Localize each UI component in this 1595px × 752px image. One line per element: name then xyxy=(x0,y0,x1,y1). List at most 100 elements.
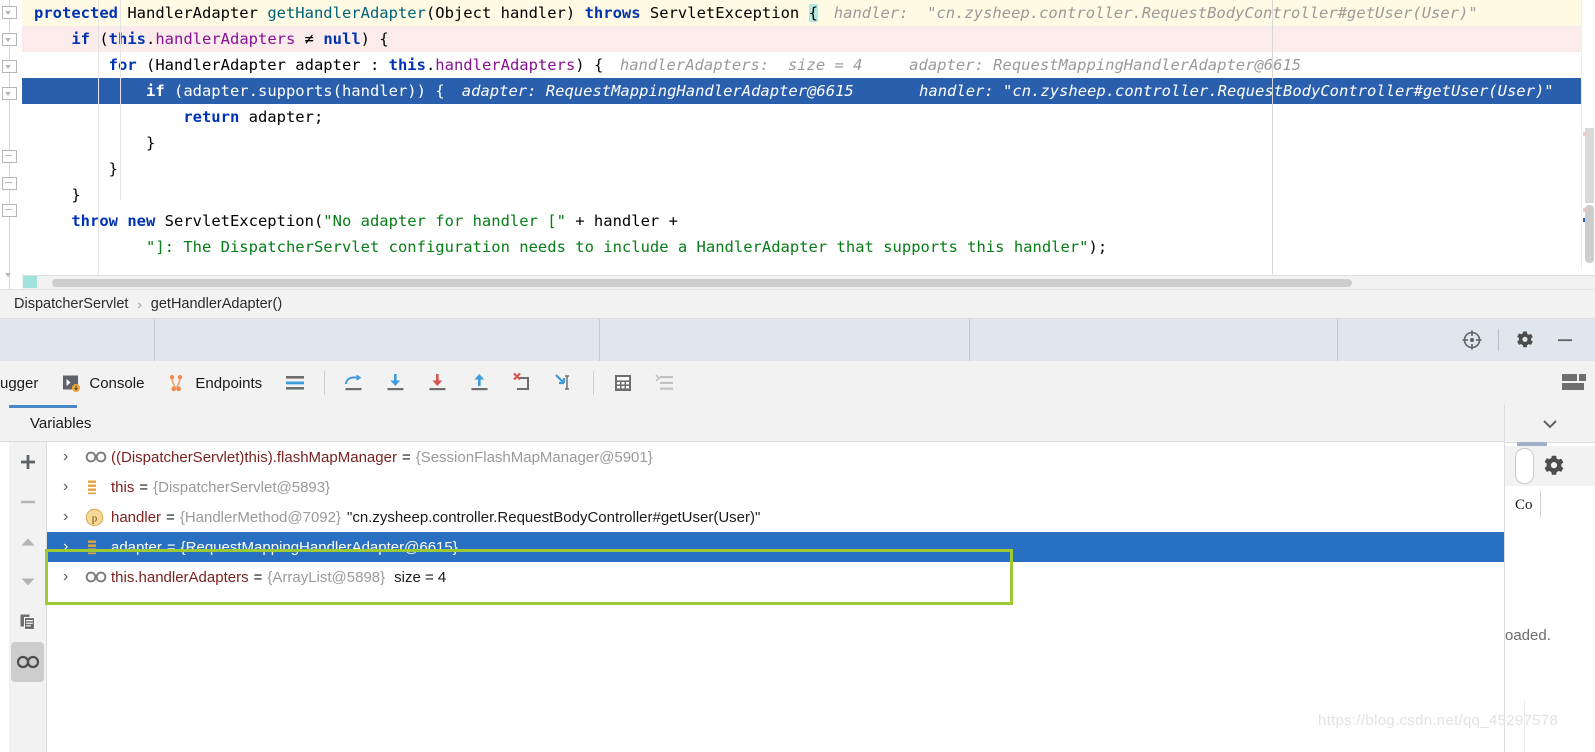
editor-gutter[interactable] xyxy=(0,0,22,289)
svg-text:p: p xyxy=(92,512,98,524)
minimize-icon[interactable] xyxy=(1545,319,1585,361)
horizontal-scrollbar-thumb[interactable] xyxy=(52,279,1352,287)
intellij-debugger-window: protected HandlerAdapter getHandlerAdapt… xyxy=(0,0,1595,752)
evaluate-expression-button[interactable] xyxy=(602,361,644,405)
breadcrumb-item-class[interactable]: DispatcherServlet xyxy=(14,296,128,312)
variable-row[interactable]: › this = {DispatcherServlet@5893} xyxy=(47,472,1505,502)
variable-row[interactable]: › this.handlerAdapters = {ArrayList@5898} si… xyxy=(47,562,1505,592)
move-down-button[interactable] xyxy=(9,562,46,602)
code-token: supports xyxy=(257,82,333,100)
crosshair-icon[interactable] xyxy=(1452,319,1492,361)
sort-lines-icon[interactable] xyxy=(644,361,686,405)
variables-left-toolbar[interactable] xyxy=(9,442,47,752)
breadcrumb-item-method[interactable]: getHandlerAdapter() xyxy=(151,296,282,312)
watermark: https://blog.csdn.net/qq_45297578 xyxy=(1318,712,1559,729)
watches-toggle-button[interactable] xyxy=(11,642,44,682)
right-pane-toolbar[interactable] xyxy=(1505,446,1595,486)
tab-console-label: Console xyxy=(89,374,145,392)
variable-row[interactable]: › ((DispatcherServlet)this).flashMapManag… xyxy=(47,442,1505,472)
error-stripe[interactable] xyxy=(1581,0,1595,270)
chevron-right-icon[interactable]: › xyxy=(63,568,85,586)
layout-settings-icon[interactable] xyxy=(1553,361,1595,405)
chevron-right-icon[interactable]: › xyxy=(63,508,85,526)
variable-equals: = xyxy=(166,538,176,556)
code-line[interactable]: return adapter; xyxy=(22,104,1595,130)
collapse-panel-button[interactable] xyxy=(1505,405,1595,443)
variable-row[interactable]: › adapter = {RequestMappingHandlerAdapter@6… xyxy=(47,532,1505,562)
right-side-panel[interactable]: Co oaded. xyxy=(1504,405,1595,752)
code-editor[interactable]: protected HandlerAdapter getHandlerAdapt… xyxy=(0,0,1595,289)
code-token: } xyxy=(34,160,118,178)
breadcrumb[interactable]: DispatcherServlet › getHandlerAdapter() xyxy=(0,289,1595,319)
code-token: handlerAdapters xyxy=(155,30,305,48)
code-lines[interactable]: protected HandlerAdapter getHandlerAdapt… xyxy=(22,0,1595,289)
add-watch-button[interactable] xyxy=(9,442,46,482)
horizontal-scrollbar[interactable] xyxy=(22,275,1595,289)
toggle-pill[interactable] xyxy=(1515,448,1534,484)
endpoints-icon xyxy=(168,374,187,393)
chevron-down-icon xyxy=(1543,419,1557,428)
code-line[interactable]: if (adapter.supports(handler)) {adapter:… xyxy=(22,78,1595,104)
copy-icon[interactable] xyxy=(9,602,46,642)
step-into-button[interactable] xyxy=(375,361,417,405)
tab-endpoints[interactable]: Endpoints xyxy=(156,361,274,405)
glasses-icon xyxy=(85,450,111,464)
code-token: adapter; xyxy=(248,108,324,126)
fold-marker[interactable] xyxy=(2,268,17,283)
fold-marker[interactable] xyxy=(2,33,17,48)
gear-icon[interactable] xyxy=(1542,454,1566,478)
variable-row[interactable]: › p handler = {HandlerMethod@7092} "cn.zyshee… xyxy=(47,502,1505,532)
tab-console[interactable]: Console xyxy=(50,361,156,405)
field-icon xyxy=(85,539,111,555)
fold-marker[interactable] xyxy=(2,150,17,165)
chevron-right-icon[interactable]: › xyxy=(63,478,85,496)
tab-endpoints-label: Endpoints xyxy=(195,374,263,392)
fold-marker[interactable] xyxy=(2,87,17,102)
variable-equals: = xyxy=(166,508,175,526)
code-line[interactable]: } xyxy=(22,182,1595,208)
code-line[interactable]: } xyxy=(22,156,1595,182)
vertical-scrollbar[interactable] xyxy=(1585,205,1594,263)
code-line[interactable]: } xyxy=(22,130,1595,156)
code-token: . xyxy=(146,30,156,48)
fold-marker[interactable] xyxy=(2,177,17,192)
chevron-right-icon[interactable]: › xyxy=(63,538,85,556)
inline-debug-hint: handlerAdapters: size = 4 adapter: Reque… xyxy=(619,56,1302,74)
force-step-into-button[interactable] xyxy=(417,361,459,405)
remove-watch-button[interactable] xyxy=(9,482,46,522)
drop-frame-button[interactable] xyxy=(501,361,543,405)
parameter-icon: p xyxy=(85,508,111,527)
debug-toolbar[interactable]: ugger Console Endpoints xyxy=(0,361,1595,406)
run-to-cursor-button[interactable] xyxy=(543,361,585,405)
code-line[interactable]: "]: The DispatcherServlet configuration … xyxy=(22,234,1595,260)
tab-debugger[interactable]: ugger xyxy=(0,361,50,405)
code-token: } xyxy=(34,134,156,152)
fold-marker[interactable] xyxy=(2,6,17,21)
inline-debug-hint: adapter: RequestMappingHandlerAdapter@66… xyxy=(461,82,1554,100)
inline-debug-hint: handler: "cn.zysheep.controller.RequestB… xyxy=(833,4,1478,22)
code-line[interactable]: if (this.handlerAdapters ≠ null) { xyxy=(22,26,1595,52)
code-token: (HandlerAdapter adapter : xyxy=(145,56,389,74)
variable-equals: = xyxy=(139,478,149,496)
chevron-right-icon: › xyxy=(137,296,142,312)
gear-icon[interactable] xyxy=(1505,319,1545,361)
code-line[interactable]: throw new ServletException("No adapter f… xyxy=(22,208,1595,234)
step-out-button[interactable] xyxy=(459,361,501,405)
chevron-right-icon[interactable]: › xyxy=(63,448,85,466)
right-margin-guide xyxy=(1272,0,1273,289)
variable-reference: {ArrayList@5898} xyxy=(267,568,386,586)
code-line[interactable]: for (HandlerAdapter adapter : this.handl… xyxy=(22,52,1595,78)
variables-list[interactable]: › ((DispatcherServlet)this).flashMapManag… xyxy=(47,442,1505,752)
code-line[interactable]: protected HandlerAdapter getHandlerAdapt… xyxy=(22,0,1595,26)
divider xyxy=(1540,491,1541,517)
show-execution-point-button[interactable] xyxy=(274,361,316,405)
fold-marker[interactable] xyxy=(2,204,17,219)
breakpoint-marker[interactable] xyxy=(23,276,37,288)
step-over-button[interactable] xyxy=(333,361,375,405)
move-up-button[interactable] xyxy=(9,522,46,562)
fold-marker[interactable] xyxy=(2,60,17,75)
code-token: if xyxy=(71,30,100,48)
variables-header[interactable]: Variables xyxy=(0,405,1595,442)
